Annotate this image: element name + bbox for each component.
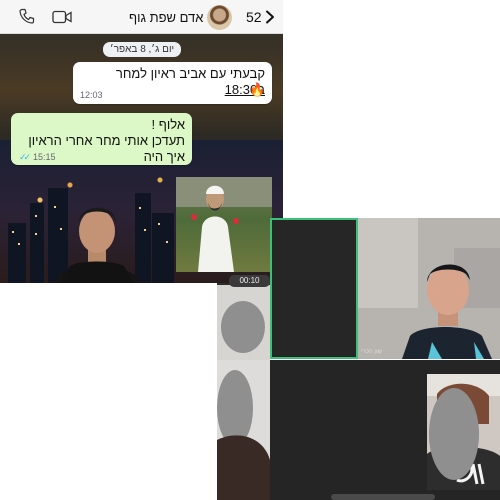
participant-camera-feed — [358, 218, 500, 359]
participant-tile-a[interactable] — [217, 283, 270, 360]
screenshot-canvas: אדם שפת גוף 52 יום ג׳, 8 באפר׳ קבעתי עם … — [0, 0, 500, 500]
whatsapp-chat-panel: אדם שפת גוף 52 יום ג׳, 8 באפר׳ קבעתי עם … — [0, 0, 283, 283]
unread-count[interactable]: 52 — [246, 9, 262, 25]
blurred-face — [221, 301, 265, 353]
fire-emoji: 🔥 — [249, 82, 266, 97]
back-chevron-icon[interactable] — [265, 10, 275, 24]
call-timer: 00:10 — [229, 275, 270, 287]
chat-header: אדם שפת גוף 52 — [0, 0, 283, 34]
contact-avatar[interactable] — [207, 5, 232, 30]
shared-photo-city[interactable] — [0, 178, 176, 283]
incoming-message-time: 12:03 — [80, 90, 103, 100]
person-in-garden-image — [176, 177, 272, 272]
participant-tile-f[interactable] — [427, 374, 500, 490]
incoming-message[interactable]: קבעתי עם אביב ראיון למחר ב18:30 — [73, 62, 272, 104]
participant-name-label: שון הכרי — [361, 349, 382, 355]
participant-hair-image — [217, 435, 270, 500]
participant-tile-d[interactable] — [217, 360, 270, 500]
participant-tile-c[interactable] — [358, 218, 500, 359]
incoming-message-text: קבעתי עם אביב ראיון למחר ב18:30 — [115, 66, 265, 97]
blurred-face — [429, 388, 479, 480]
participant-tile-b-active-speaker[interactable] — [270, 218, 358, 359]
date-chip: יום ג׳, 8 באפר׳ — [103, 42, 181, 57]
shared-photo-garden[interactable] — [176, 177, 272, 272]
outgoing-message-time: 15:15 — [33, 152, 56, 162]
voice-call-icon[interactable] — [19, 8, 35, 24]
outgoing-message-line-1: אלוף ! — [151, 117, 186, 132]
call-controls-bar[interactable] — [331, 494, 435, 500]
read-ticks-icon: ✓✓ — [19, 152, 31, 162]
video-call-icon[interactable] — [52, 10, 72, 24]
contact-name[interactable]: אדם שפת גוף — [129, 10, 203, 25]
man-portrait-image — [53, 207, 141, 283]
